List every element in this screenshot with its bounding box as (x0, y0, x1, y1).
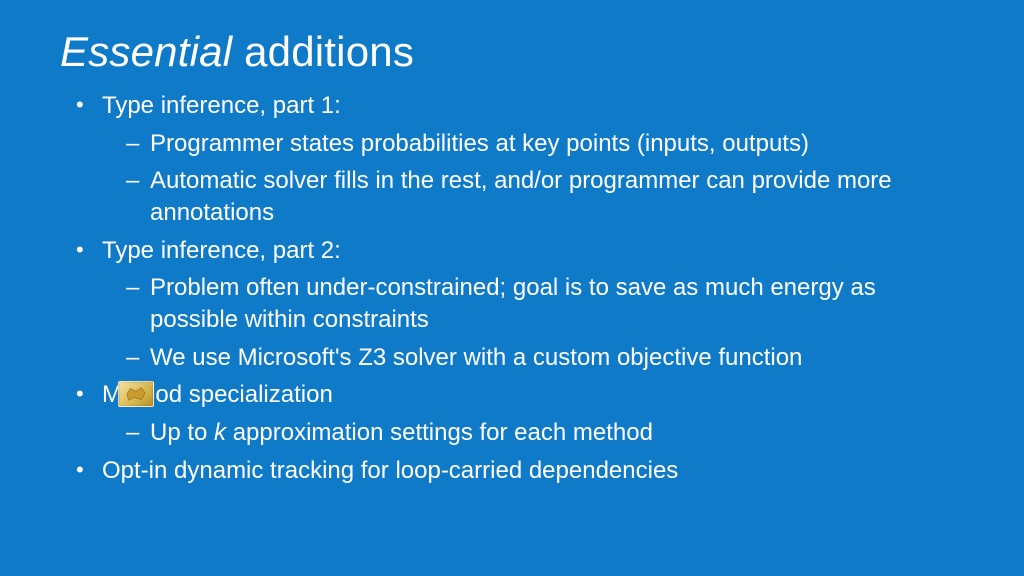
slide-title: Essential additions (60, 28, 964, 76)
list-item: Problem often under-constrained; goal is… (126, 272, 964, 335)
bullet-list: Type inference, part 1: Programmer state… (60, 90, 964, 486)
title-rest: additions (232, 28, 414, 75)
bullet-text: We use Microsoft's Z3 solver with a cust… (150, 344, 802, 371)
bullet-text: Automatic solver fills in the rest, and/… (150, 167, 892, 226)
bullet-text: Type inference, part 2: (102, 237, 341, 264)
sub-list: Programmer states probabilities at key p… (102, 128, 964, 229)
list-item: Type inference, part 2: Problem often un… (78, 235, 964, 374)
bullet-text: Type inference, part 1: (102, 92, 341, 119)
list-item: Up to k approximation settings for each … (126, 417, 964, 449)
list-item: Opt-in dynamic tracking for loop-carried… (78, 455, 964, 487)
bullet-text: Problem often under-constrained; goal is… (150, 274, 876, 333)
title-emph: Essential (60, 28, 232, 75)
bullet-text: Programmer states probabilities at key p… (150, 130, 809, 157)
new-badge-icon (118, 381, 154, 407)
bullet-text: Up to k approximation settings for each … (150, 419, 653, 446)
sub-list: Problem often under-constrained; goal is… (102, 272, 964, 373)
list-item: Programmer states probabilities at key p… (126, 128, 964, 160)
slide: Essential additions Type inference, part… (0, 0, 1024, 576)
sub-list: Up to k approximation settings for each … (102, 417, 964, 449)
list-item: Method specialization Up to k approximat… (78, 379, 964, 448)
bullet-text: Opt-in dynamic tracking for loop-carried… (102, 457, 678, 484)
list-item: Type inference, part 1: Programmer state… (78, 90, 964, 229)
list-item: Automatic solver fills in the rest, and/… (126, 165, 964, 228)
list-item: We use Microsoft's Z3 solver with a cust… (126, 342, 964, 374)
